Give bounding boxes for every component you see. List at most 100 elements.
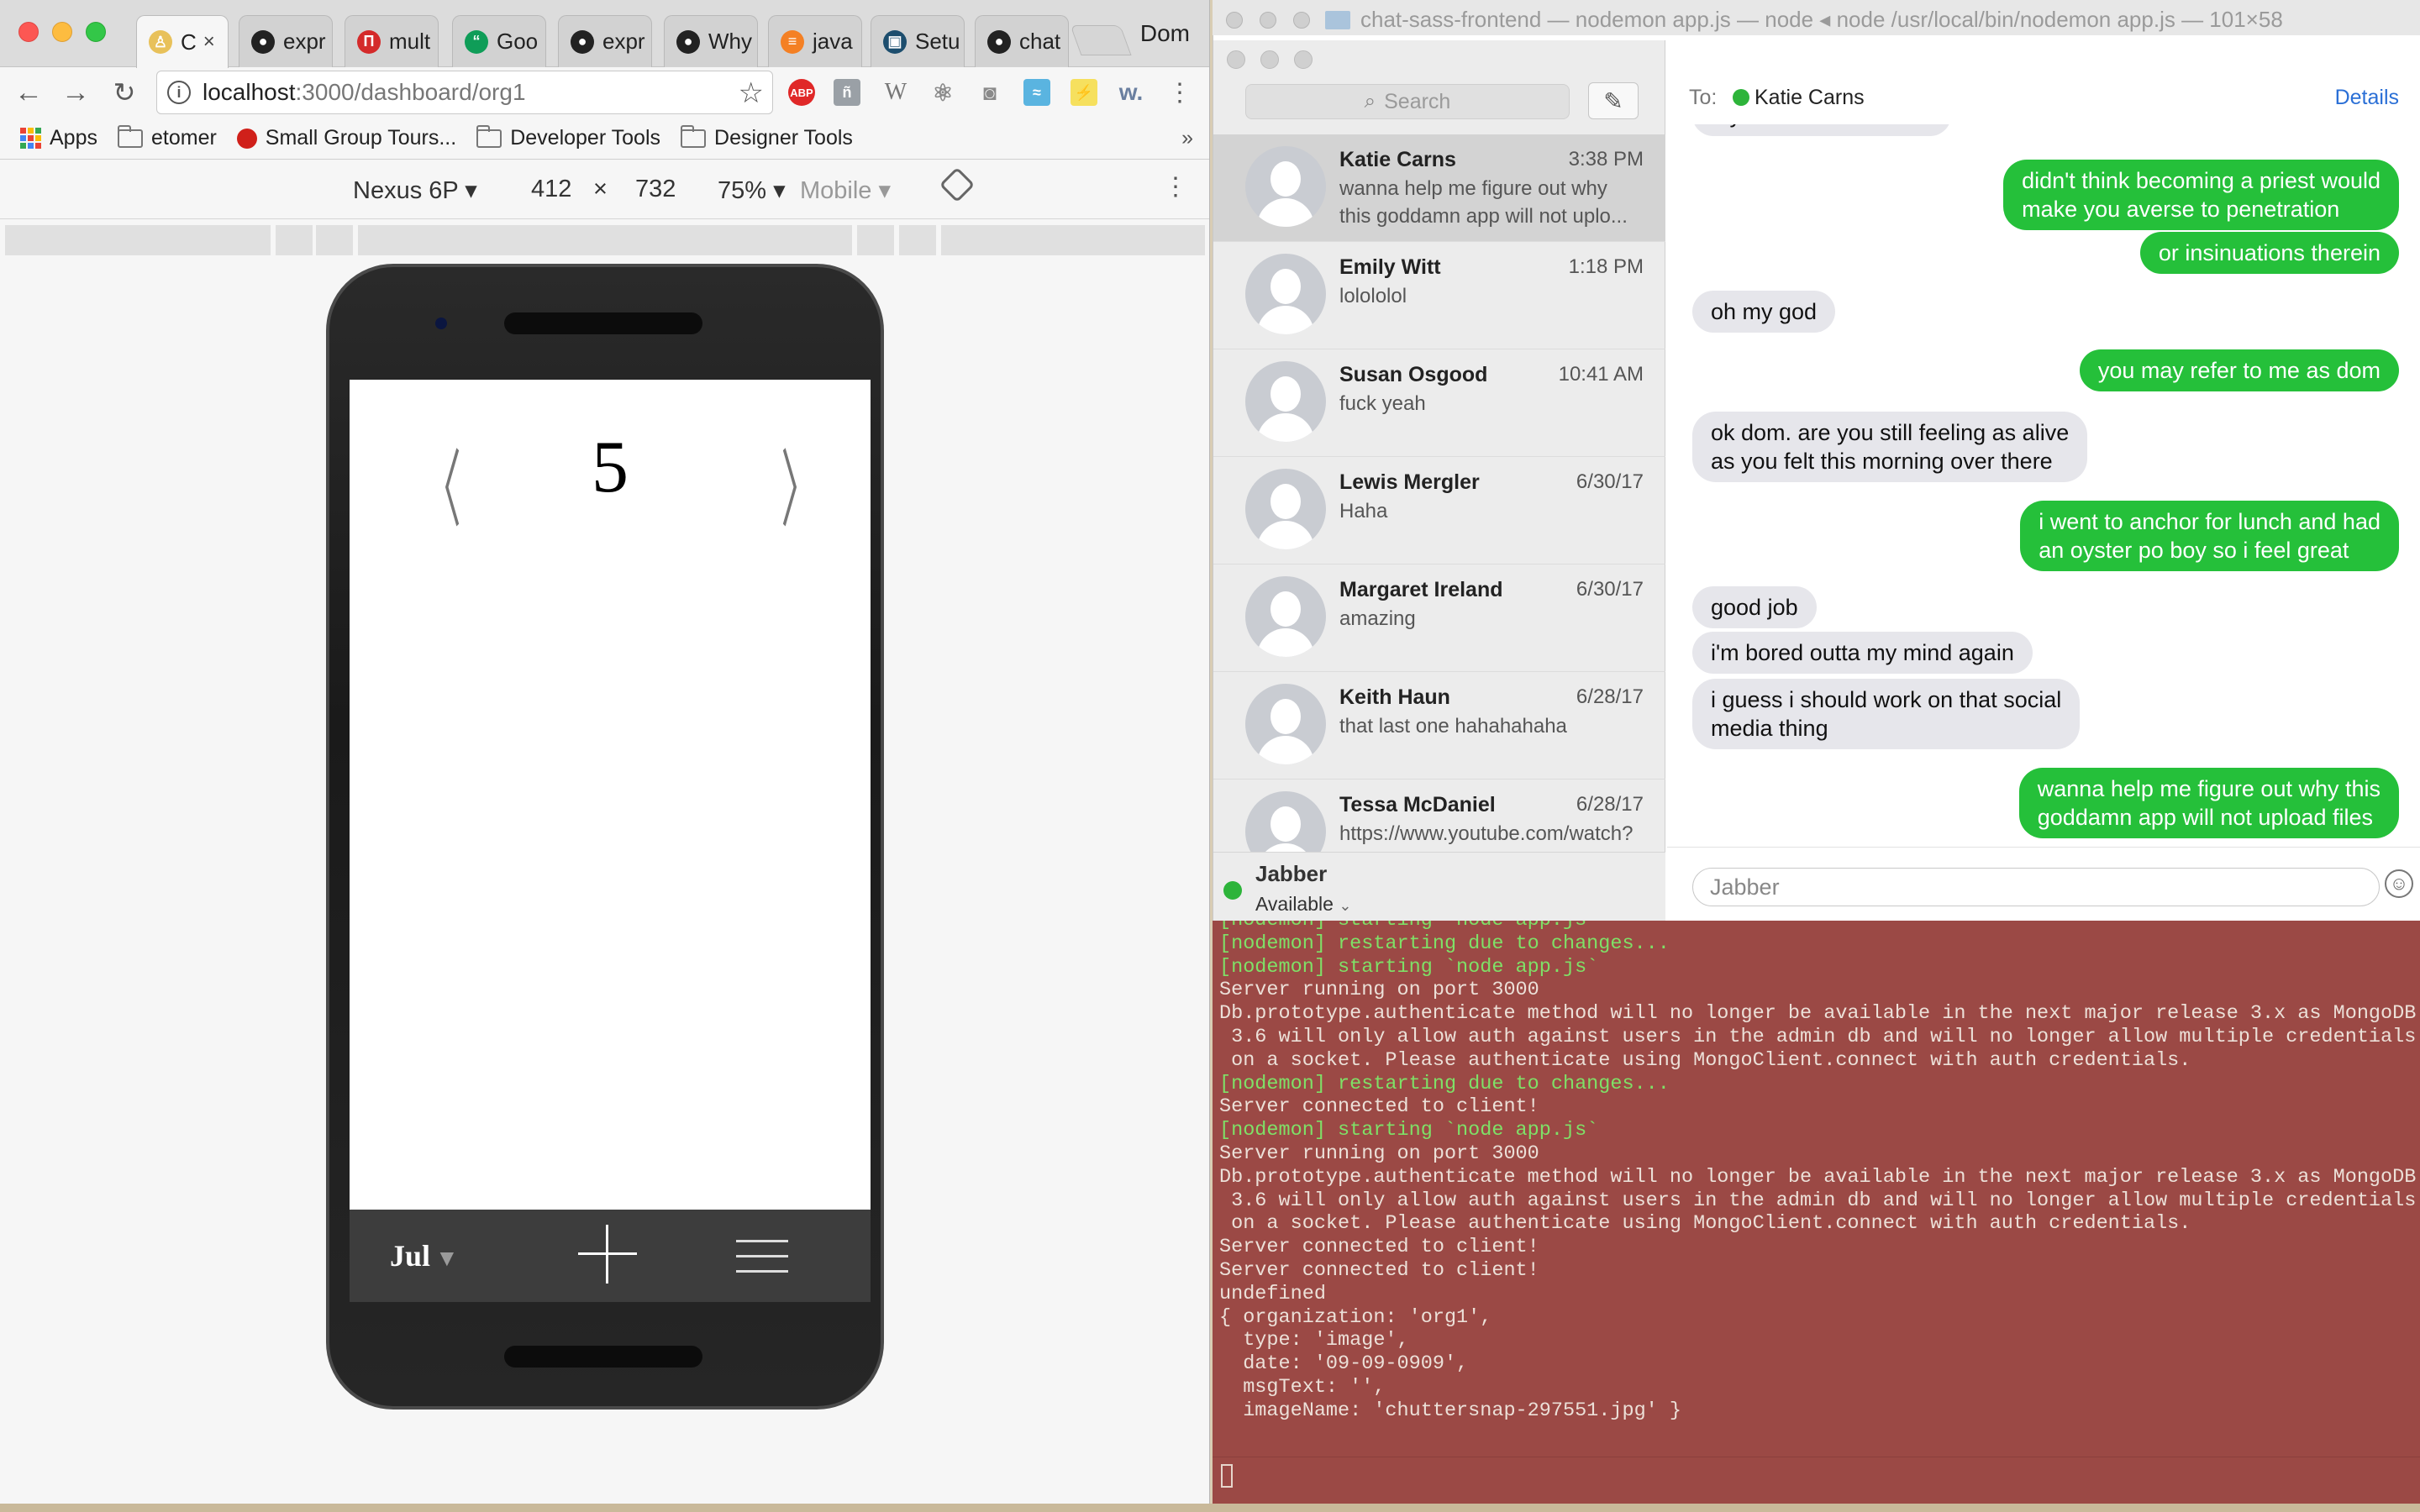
details-button[interactable]: Details bbox=[2335, 86, 2399, 110]
bookmark-designer-tools[interactable]: Designer Tools bbox=[681, 124, 853, 150]
recipient-name[interactable]: Katie Carns bbox=[1754, 86, 1865, 110]
close-tab-icon[interactable]: × bbox=[203, 30, 215, 54]
browser-tab[interactable]: ♙ C × bbox=[136, 15, 229, 68]
browser-tab[interactable]: ≡ java bbox=[768, 15, 862, 67]
bookmark-star-icon[interactable]: ☆ bbox=[739, 76, 764, 110]
incoming-message[interactable]: ok dom. are you still feeling as alive a… bbox=[1692, 412, 2088, 482]
throttle-select[interactable]: Mobile ▾ bbox=[800, 176, 891, 205]
bookmarks-overflow-button[interactable]: » bbox=[1181, 126, 1193, 150]
tab-favicon-icon: ▣ bbox=[883, 29, 907, 54]
media-query-segment[interactable] bbox=[857, 225, 894, 255]
back-arrow-icon[interactable]: ← bbox=[12, 76, 45, 109]
minimize-window-button[interactable] bbox=[52, 22, 72, 42]
hamburger-menu-icon[interactable] bbox=[736, 1240, 788, 1273]
bookmark-etomer[interactable]: etomer bbox=[117, 124, 217, 150]
incoming-message[interactable]: oh my god bbox=[1692, 291, 1836, 333]
close-window-button[interactable] bbox=[1227, 50, 1245, 69]
maximize-window-button[interactable] bbox=[1293, 11, 1310, 29]
conversation-item[interactable]: Keith Haun 6/28/17 that last one hahahahah… bbox=[1213, 672, 1665, 780]
media-query-segment[interactable] bbox=[316, 225, 353, 255]
bookmark-label: Designer Tools bbox=[714, 126, 853, 150]
next-day-button[interactable]: 〉 bbox=[781, 422, 819, 543]
outgoing-message[interactable]: wanna help me figure out why this goddam… bbox=[2018, 768, 2399, 838]
outgoing-message[interactable]: you may refer to me as dom bbox=[2079, 349, 2399, 391]
incoming-message[interactable]: i'm bored outta my mind again bbox=[1692, 632, 2033, 674]
browser-tab[interactable]: Пmult bbox=[345, 15, 439, 67]
extension-icon[interactable]: w. bbox=[1118, 79, 1144, 106]
search-input[interactable]: ⌕ Search bbox=[1245, 84, 1570, 119]
outgoing-message[interactable]: i went to anchor for lunch and had an oy… bbox=[2020, 501, 2399, 571]
folder-icon bbox=[476, 124, 502, 148]
maximize-window-button[interactable] bbox=[1294, 50, 1313, 69]
url-host: localhost bbox=[203, 79, 296, 105]
browser-tab[interactable]: “ Goo bbox=[452, 15, 546, 67]
extension-icon[interactable]: ≈ bbox=[1023, 79, 1050, 106]
media-query-segment[interactable] bbox=[899, 225, 936, 255]
reload-icon[interactable]: ↻ bbox=[108, 76, 141, 109]
adblock-extension-icon[interactable]: ABP bbox=[788, 79, 815, 106]
media-query-segment[interactable] bbox=[276, 225, 313, 255]
media-query-segment[interactable] bbox=[941, 225, 1205, 255]
conversation-item[interactable]: Lewis Mergler 6/30/17 Haha bbox=[1213, 457, 1665, 564]
add-icon[interactable] bbox=[578, 1225, 637, 1284]
address-bar[interactable]: i localhost:3000/dashboard/org1 ☆ bbox=[156, 71, 773, 114]
device-select[interactable]: Nexus 6P ▾ bbox=[353, 176, 477, 205]
search-placeholder: Search bbox=[1384, 89, 1451, 113]
minimize-window-button[interactable] bbox=[1260, 50, 1279, 69]
conversation-item[interactable]: Margaret Ireland 6/30/17 amazing bbox=[1213, 564, 1665, 672]
wikipedia-extension-icon[interactable]: W bbox=[882, 79, 909, 106]
close-window-button[interactable] bbox=[1226, 11, 1243, 29]
bookmark-apps[interactable]: Apps bbox=[20, 126, 97, 150]
emoji-icon[interactable]: ☺ bbox=[2385, 869, 2413, 898]
contact-name: Margaret Ireland bbox=[1339, 578, 1503, 601]
contact-name: Lewis Mergler bbox=[1339, 470, 1480, 494]
profile-button[interactable]: Dom bbox=[1140, 20, 1190, 47]
new-tab-button[interactable] bbox=[1070, 25, 1132, 55]
compose-icon[interactable]: ✎ bbox=[1588, 82, 1639, 119]
browser-tab[interactable]: ▣ Setu bbox=[871, 15, 965, 67]
bookmark-small-group-tours[interactable]: Small Group Tours... bbox=[236, 126, 456, 150]
extension-icon[interactable]: ñ bbox=[834, 79, 860, 106]
message-input[interactable]: Jabber bbox=[1692, 868, 2380, 906]
terminal-line: type: 'image', bbox=[1219, 1329, 1409, 1352]
info-icon[interactable]: i bbox=[167, 81, 191, 104]
browser-tab[interactable]: ● chat bbox=[975, 15, 1069, 67]
bookmark-developer-tools[interactable]: Developer Tools bbox=[476, 124, 660, 150]
message-preview: fuck yeah bbox=[1339, 392, 1426, 415]
device-width-input[interactable]: 412 bbox=[531, 176, 571, 203]
close-window-button[interactable] bbox=[18, 22, 39, 42]
month-select[interactable]: Jul ▼ bbox=[390, 1238, 459, 1273]
maximize-window-button[interactable] bbox=[86, 22, 106, 42]
minimize-window-button[interactable] bbox=[1260, 11, 1276, 29]
media-query-segment[interactable] bbox=[5, 225, 271, 255]
conversation-item[interactable]: Katie Carns 3:38 PM wanna help me figure o… bbox=[1213, 134, 1665, 242]
outgoing-message[interactable]: didn't think becoming a priest would mak… bbox=[2003, 160, 2399, 230]
device-height-input[interactable]: 732 bbox=[635, 176, 676, 203]
conversation-item[interactable]: Tessa McDaniel 6/28/17 https://www.youtube… bbox=[1213, 780, 1665, 853]
chrome-menu-icon[interactable]: ⋮ bbox=[1163, 76, 1197, 109]
zoom-select[interactable]: 75% ▾ bbox=[718, 176, 786, 205]
browser-tab[interactable]: ● Why bbox=[664, 15, 758, 67]
conversation-item[interactable]: Emily Witt 1:18 PM lolololol bbox=[1213, 242, 1665, 349]
recipient-header: To: Katie Carns Details bbox=[1667, 74, 2420, 124]
message-preview: lolololol bbox=[1339, 285, 1407, 307]
terminal-output[interactable]: [nodemon] starting `node app.js`[nodemon… bbox=[1213, 921, 2420, 1457]
forward-arrow-icon[interactable]: → bbox=[59, 76, 92, 109]
more-options-icon[interactable]: ⋮ bbox=[1163, 172, 1188, 202]
incoming-message[interactable]: i guess i should work on that social med… bbox=[1692, 679, 2081, 749]
conversation-item[interactable]: Susan Osgood 10:41 AM fuck yeah bbox=[1213, 349, 1665, 457]
browser-tab[interactable]: ● expr bbox=[239, 15, 333, 67]
message-time: 6/28/17 bbox=[1576, 793, 1644, 816]
status-select[interactable]: Available ⌄ bbox=[1255, 893, 1351, 916]
month-label: Jul bbox=[390, 1239, 431, 1273]
browser-tab[interactable]: ● expr bbox=[558, 15, 652, 67]
rotate-icon[interactable] bbox=[939, 166, 976, 203]
camera-extension-icon[interactable]: ◙ bbox=[976, 79, 1003, 106]
incoming-message[interactable]: good job bbox=[1692, 586, 1817, 628]
tab-favicon-icon: ♙ bbox=[149, 30, 172, 54]
react-devtools-icon[interactable]: ⚛ bbox=[929, 79, 956, 106]
outgoing-message[interactable]: or insinuations therein bbox=[2139, 232, 2399, 274]
extension-icon[interactable]: ⚡ bbox=[1071, 79, 1097, 106]
to-label: To: bbox=[1689, 86, 1718, 109]
media-query-segment[interactable] bbox=[358, 225, 852, 255]
